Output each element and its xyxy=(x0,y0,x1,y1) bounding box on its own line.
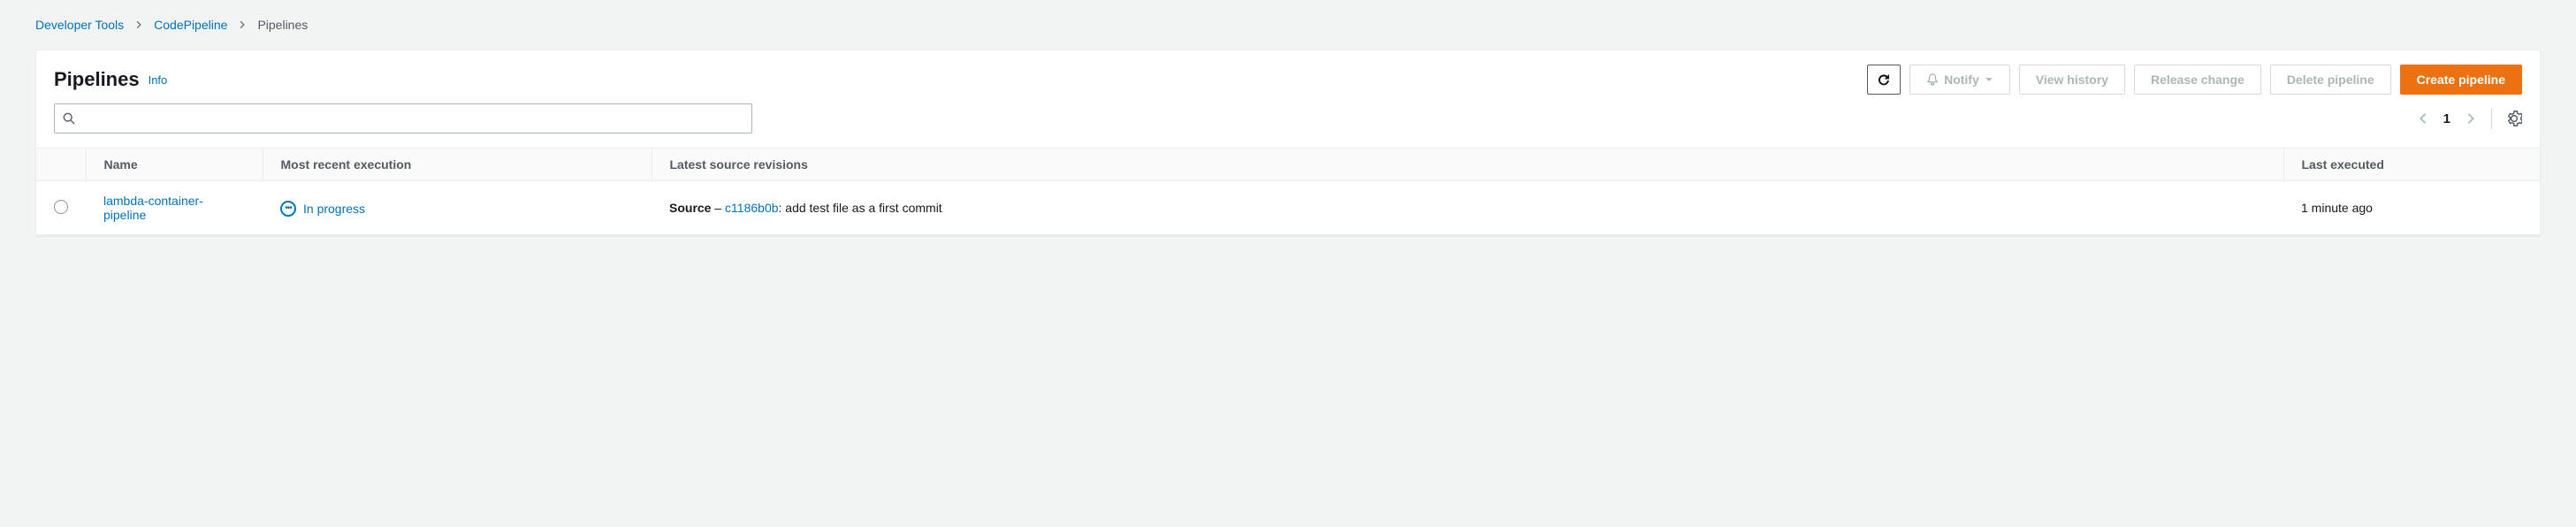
breadcrumb: Developer Tools CodePipeline Pipelines xyxy=(35,18,2541,32)
notify-button[interactable]: Notify xyxy=(1909,65,2010,95)
search-icon xyxy=(63,112,75,125)
pipelines-panel: Pipelines Info Notify View history Relea… xyxy=(35,50,2541,236)
last-executed-text: 1 minute ago xyxy=(2301,201,2373,215)
delete-pipeline-button[interactable]: Delete pipeline xyxy=(2270,65,2391,95)
refresh-button[interactable] xyxy=(1867,65,1901,95)
refresh-icon xyxy=(1877,73,1891,87)
notify-label: Notify xyxy=(1944,73,1979,87)
chevron-right-icon xyxy=(238,20,247,29)
breadcrumb-codepipeline[interactable]: CodePipeline xyxy=(154,18,227,32)
column-revisions: Latest source revisions xyxy=(652,149,2283,181)
revision-separator: – xyxy=(711,201,725,215)
breadcrumb-developer-tools[interactable]: Developer Tools xyxy=(35,18,124,32)
revision-commit-link[interactable]: c1186b0b xyxy=(725,201,778,215)
pipelines-table: Name Most recent execution Latest source… xyxy=(36,148,2540,235)
settings-button[interactable] xyxy=(2506,111,2522,126)
pipeline-name-link[interactable]: lambda-container-pipeline xyxy=(103,194,203,222)
search-input[interactable] xyxy=(54,103,752,134)
column-last-executed: Last executed xyxy=(2283,149,2540,181)
table-row: lambda-container-pipeline ••• In progres… xyxy=(36,181,2540,235)
chevron-left-icon xyxy=(2417,112,2429,125)
caret-down-icon xyxy=(1985,75,1993,84)
chevron-right-icon xyxy=(2465,112,2477,125)
bell-icon xyxy=(1926,73,1939,86)
create-pipeline-button[interactable]: Create pipeline xyxy=(2400,65,2522,95)
gear-icon xyxy=(2506,111,2522,126)
revision-source-label: Source xyxy=(669,201,711,215)
column-execution: Most recent execution xyxy=(263,149,652,181)
column-name: Name xyxy=(86,149,263,181)
status-badge: ••• In progress xyxy=(280,201,365,217)
row-select-radio[interactable] xyxy=(54,200,68,214)
view-history-button[interactable]: View history xyxy=(2019,65,2125,95)
select-header xyxy=(36,149,86,181)
status-text: In progress xyxy=(303,202,365,216)
release-change-button[interactable]: Release change xyxy=(2134,65,2261,95)
chevron-right-icon xyxy=(134,20,143,29)
next-page-button[interactable] xyxy=(2465,112,2477,125)
prev-page-button[interactable] xyxy=(2417,112,2429,125)
in-progress-icon: ••• xyxy=(280,201,296,217)
page-number: 1 xyxy=(2443,111,2450,126)
info-link[interactable]: Info xyxy=(149,73,168,87)
revision-message: : add test file as a first commit xyxy=(779,201,942,215)
breadcrumb-current: Pipelines xyxy=(257,18,308,32)
page-title: Pipelines xyxy=(54,68,140,91)
